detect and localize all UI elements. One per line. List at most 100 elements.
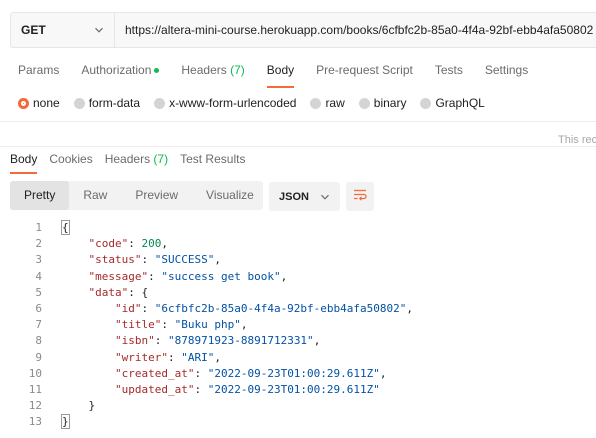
- code-text: "status": "SUCCESS",: [88, 253, 221, 267]
- request-notice: This rec: [558, 134, 596, 146]
- tab-body[interactable]: Body: [266, 60, 295, 88]
- json-value: 200: [141, 237, 162, 251]
- radio-icon: [420, 97, 432, 109]
- radio-form-data[interactable]: form-data: [73, 96, 141, 110]
- json-value: "878971923-8891712331": [167, 334, 314, 348]
- response-tab-headers[interactable]: Headers (7): [105, 152, 168, 174]
- json-value: "ARI": [181, 350, 215, 364]
- wrap-lines-icon: [353, 189, 367, 204]
- json-value: "Buku php": [174, 318, 241, 332]
- tab-tests[interactable]: Tests: [435, 60, 463, 88]
- brace[interactable]: {: [61, 220, 70, 235]
- radio-raw[interactable]: raw: [310, 96, 345, 110]
- method-label: GET: [21, 23, 46, 37]
- tab-headers[interactable]: Headers (7): [181, 60, 244, 88]
- response-tab-body[interactable]: Body: [10, 152, 38, 174]
- tab-params[interactable]: Params: [18, 60, 59, 88]
- line-number: 7: [35, 318, 42, 332]
- view-pretty-button[interactable]: Pretty: [10, 181, 70, 210]
- chevron-down-icon: [320, 192, 330, 202]
- json-key: "data": [88, 285, 129, 299]
- response-tab-test-results[interactable]: Test Results: [180, 152, 245, 174]
- json-key: "id": [114, 301, 142, 315]
- code-line: 12 }: [10, 398, 413, 414]
- view-raw-button[interactable]: Raw: [69, 181, 121, 210]
- tab-authorization[interactable]: Authorization: [81, 60, 160, 88]
- radio-icon: [358, 97, 370, 109]
- radio-selected-icon: [18, 97, 29, 109]
- radio-none[interactable]: none: [18, 96, 60, 110]
- json-key: "isbn": [114, 334, 155, 348]
- line-number: 8: [35, 334, 42, 348]
- chevron-down-icon: [94, 25, 104, 35]
- code-line: 4 "message": "success get book",: [10, 269, 413, 285]
- status-dot-icon: [154, 68, 160, 74]
- radio-label: form-data: [88, 96, 141, 110]
- code-line: 10 "created_at": "2022-09-23T01:00:29.61…: [10, 366, 413, 382]
- code-line: 6 "id": "6cfbfc2b-85a0-4f4a-92bf-ebb4afa…: [10, 301, 413, 317]
- json-value: "6cfbfc2b-85a0-4f4a-92bf-ebb4afa50802": [154, 301, 407, 315]
- line-number: 13: [28, 415, 42, 429]
- format-select[interactable]: JSON: [269, 182, 340, 211]
- radio-binary[interactable]: binary: [358, 96, 407, 110]
- code-text: "code": 200,: [88, 237, 169, 251]
- code-text: "data": {: [88, 285, 149, 299]
- json-key: "title": [114, 318, 162, 332]
- code-text: }: [42, 414, 70, 430]
- json-value: "SUCCESS": [154, 253, 215, 267]
- code-line: 3 "status": "SUCCESS",: [10, 252, 413, 268]
- view-visualize-button[interactable]: Visualize: [192, 181, 268, 210]
- tab-label: Params: [18, 63, 60, 77]
- code-text: {: [42, 220, 70, 236]
- radio-icon: [310, 97, 322, 109]
- line-number: 3: [35, 253, 42, 267]
- json-key: "code": [88, 237, 129, 251]
- tab-label: Body: [266, 63, 295, 77]
- brace[interactable]: }: [61, 414, 70, 430]
- view-mode-group: Pretty Raw Preview Visualize: [10, 181, 263, 210]
- radio-label: binary: [373, 96, 407, 110]
- json-key: "message": [88, 269, 149, 283]
- radio-icon: [73, 97, 85, 109]
- code-text: "writer": "ARI",: [114, 350, 221, 364]
- json-value: "2022-09-23T01:00:29.611Z": [207, 366, 380, 380]
- tab-label: Pre-request Script: [316, 63, 413, 77]
- tab-settings[interactable]: Settings: [485, 60, 528, 88]
- method-select[interactable]: GET: [11, 13, 115, 47]
- line-number: 12: [28, 399, 42, 413]
- section-divider: [0, 121, 596, 122]
- tab-pre-request-script[interactable]: Pre-request Script: [316, 60, 413, 88]
- radio-graphql[interactable]: GraphQL: [420, 96, 485, 110]
- response-tabs: Body Cookies Headers (7) Test Results: [10, 152, 257, 174]
- format-label: JSON: [279, 190, 309, 203]
- line-number: 10: [28, 366, 42, 380]
- json-key: "status": [88, 253, 142, 267]
- code-text: "isbn": "878971923-8891712331",: [114, 334, 321, 348]
- tab-label: Authorization: [81, 63, 152, 77]
- code-text: "updated_at": "2022-09-23T01:00:29.611Z": [114, 382, 380, 396]
- line-number: 6: [35, 301, 42, 315]
- code-text: "id": "6cfbfc2b-85a0-4f4a-92bf-ebb4afa50…: [114, 301, 414, 315]
- tab-count: (7): [153, 152, 169, 166]
- json-value: "2022-09-23T01:00:29.611Z": [207, 382, 380, 396]
- radio-icon: [154, 97, 166, 109]
- radio-label: none: [33, 96, 60, 110]
- code-line: 5 "data": {: [10, 285, 413, 301]
- code-line: 11 "updated_at": "2022-09-23T01:00:29.61…: [10, 382, 413, 398]
- tab-label: Body: [10, 152, 38, 166]
- json-key: "writer": [114, 350, 168, 364]
- json-key: "updated_at": [114, 382, 195, 396]
- response-body-code: 1{ 2 "code": 200, 3 "status": "SUCCESS",…: [10, 220, 413, 430]
- response-tab-cookies[interactable]: Cookies: [49, 152, 92, 174]
- body-type-options: none form-data x-www-form-urlencoded raw…: [18, 95, 499, 111]
- wrap-lines-button[interactable]: [346, 182, 374, 211]
- json-value: "success get book": [161, 269, 281, 283]
- code-line: 7 "title": "Buku php",: [10, 317, 413, 333]
- view-preview-button[interactable]: Preview: [121, 181, 192, 210]
- url-input[interactable]: https://altera-mini-course.herokuapp.com…: [115, 13, 596, 47]
- radio-label: GraphQL: [435, 96, 485, 110]
- response-divider: [0, 146, 596, 147]
- line-number: 4: [35, 269, 42, 283]
- radio-x-www-form-urlencoded[interactable]: x-www-form-urlencoded: [154, 96, 296, 110]
- json-key: "created_at": [114, 366, 195, 380]
